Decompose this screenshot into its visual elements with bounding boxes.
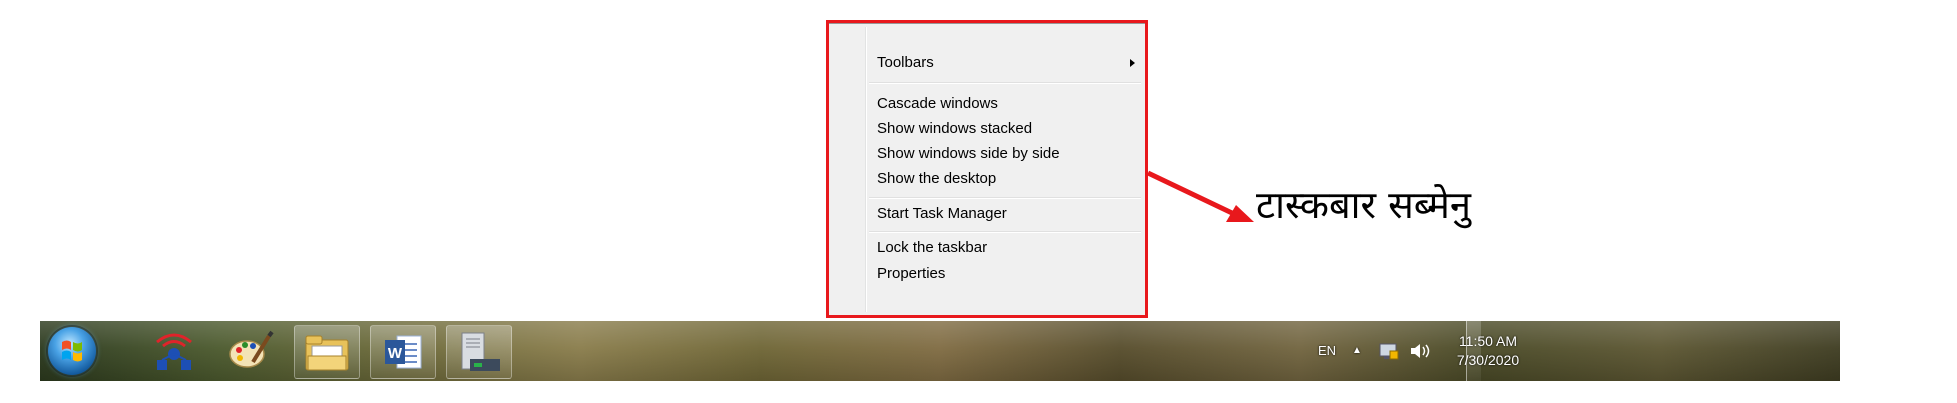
menu-item-label: Show windows side by side (877, 145, 1060, 162)
paint-icon[interactable] (218, 325, 282, 377)
menu-item-label: Show the desktop (877, 170, 997, 187)
menu-item-label: Properties (877, 265, 946, 282)
menu-item-label: Toolbars (877, 54, 934, 71)
menu-separator (869, 231, 1141, 233)
volume-icon[interactable] (1408, 341, 1432, 366)
callout-label: टास्कबार सब्मेनु (1256, 183, 1471, 227)
menu-item-label: Lock the taskbar (877, 239, 988, 256)
menu-separator (869, 197, 1141, 199)
menu-item-label: Show windows stacked (877, 120, 1033, 137)
svg-text:W: W (388, 345, 403, 362)
submenu-arrow-icon (1130, 59, 1135, 67)
server-manager-icon[interactable] (446, 325, 512, 379)
menu-item-cascade-windows[interactable]: Cascade windows (877, 90, 1141, 118)
clock[interactable]: 11:50 AM 7/30/2020 (1448, 332, 1528, 370)
network-app-icon[interactable] (142, 325, 206, 377)
menu-item-toolbars[interactable]: Toolbars (877, 49, 1141, 77)
windows-start-orb-icon[interactable] (48, 327, 96, 375)
menu-item-show-windows-side-by-side[interactable]: Show windows side by side (877, 140, 1141, 168)
language-indicator[interactable]: EN (1318, 343, 1336, 358)
menu-item-show-windows-stacked[interactable]: Show windows stacked (877, 115, 1141, 143)
menu-item-show-desktop[interactable]: Show the desktop (877, 165, 1141, 193)
menu-item-label: Cascade windows (877, 95, 998, 112)
show-desktop-button[interactable] (1466, 321, 1481, 381)
clock-date: 7/30/2020 (1456, 352, 1520, 368)
taskbar-context-menu: Toolbars Cascade windows Show windows st… (826, 23, 1146, 316)
menu-item-properties[interactable]: Properties (877, 260, 1141, 288)
menu-item-label: Start Task Manager (877, 205, 1007, 222)
menu-separator (869, 82, 1141, 84)
menu-item-lock-taskbar[interactable]: Lock the taskbar (877, 234, 1141, 262)
word-icon[interactable]: W (370, 325, 436, 379)
taskbar: W EN ▲ 11:50 AM 7/30/2020 (40, 321, 1840, 381)
show-hidden-icons-icon[interactable]: ▲ (1352, 345, 1362, 356)
menu-item-start-task-manager[interactable]: Start Task Manager (877, 200, 1141, 228)
file-explorer-icon[interactable] (294, 325, 360, 379)
clock-time: 11:50 AM (1458, 333, 1518, 349)
network-status-icon[interactable] (1378, 341, 1400, 366)
